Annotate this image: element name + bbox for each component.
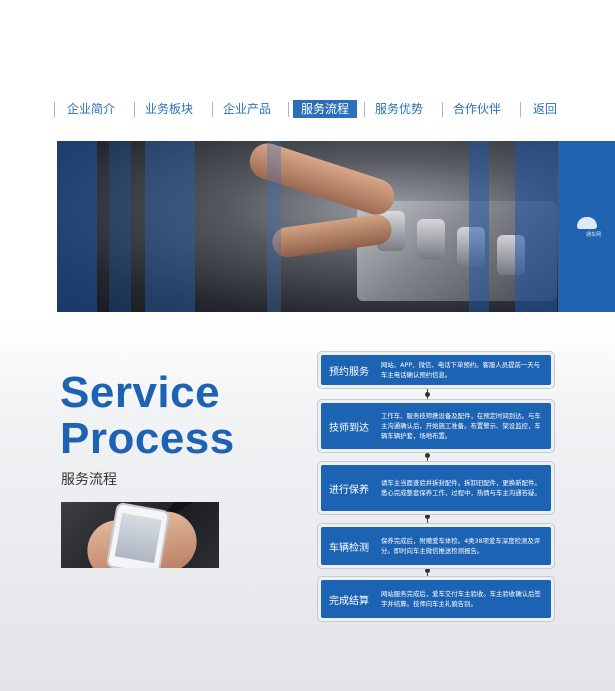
hero-side-panel: 通车网 xyxy=(558,141,615,312)
page-title: Service Process xyxy=(60,370,290,462)
nav-separator xyxy=(212,102,213,117)
phone-screen xyxy=(114,512,162,564)
process-step-settlement: 完成结算 网站服务完成后，爱车交付车主验收。车主验收确认后签字并结算。技师向车主… xyxy=(317,576,555,622)
process-step-box: 进行保养 请车主当面查验并拆封配件，拆卸旧配件，更换新配件。悉心完成整套保养工作… xyxy=(321,465,551,511)
process-step-text: 保养完成后，附赠爱车体检。4类38项爱车深度检测及评分。即时向车主微信推送检测报… xyxy=(381,537,541,555)
nav-item-business-sectors[interactable]: 业务板块 xyxy=(144,100,194,118)
page-title-line1: Service xyxy=(60,368,221,417)
smartphone xyxy=(105,502,171,568)
process-step-label: 车辆检测 xyxy=(329,542,369,554)
process-step-label: 完成结算 xyxy=(329,595,369,607)
top-navigation: 企业简介 业务板块 企业产品 服务流程 服务优势 合作伙伴 返回 xyxy=(54,100,574,120)
nav-item-partners[interactable]: 合作伙伴 xyxy=(452,100,502,118)
process-step-box: 车辆检测 保养完成后，附赠爱车体检。4类38项爱车深度检测及评分。即时向车主微信… xyxy=(321,527,551,565)
process-step-maintenance: 进行保养 请车主当面查验并拆封配件，拆卸旧配件，更换新配件。悉心完成整套保养工作… xyxy=(317,461,555,515)
engine-part xyxy=(417,219,445,259)
process-step-text: 请车主当面查验并拆封配件，拆卸旧配件，更换新配件。悉心完成整套保养工作，过程中，… xyxy=(381,479,541,497)
blue-overlay-band xyxy=(267,141,281,312)
brand-logo-icon xyxy=(577,217,597,229)
process-step-box: 预约服务 网站、APP、微信、电话下单预约。客服人员提前一天与车主电话确认预约信… xyxy=(321,355,551,385)
blue-overlay-band xyxy=(515,141,557,312)
process-step-technician-arrival: 技师到达 工作车、服务技师携设备及配件，在预定时间到达。与车主沟通确认后，开始施… xyxy=(317,399,555,453)
nav-separator xyxy=(134,102,135,117)
process-step-label: 预约服务 xyxy=(329,366,369,378)
brand-logo-text: 通车网 xyxy=(585,232,601,238)
process-step-box: 完成结算 网站服务完成后，爱车交付车主验收。车主验收确认后签字并结算。技师向车主… xyxy=(321,580,551,618)
page-subtitle: 服务流程 xyxy=(61,472,117,488)
process-step-box: 技师到达 工作车、服务技师携设备及配件，在预定时间到达。与车主沟通确认后，开始施… xyxy=(321,403,551,449)
blue-overlay-band xyxy=(109,141,131,312)
nav-item-service-advantages[interactable]: 服务优势 xyxy=(374,100,424,118)
nav-separator xyxy=(520,102,521,117)
process-dot xyxy=(425,392,430,397)
process-step-label: 进行保养 xyxy=(329,484,369,496)
nav-item-back[interactable]: 返回 xyxy=(530,100,560,118)
phone-booking-photo xyxy=(61,502,219,568)
process-step-appointment: 预约服务 网站、APP、微信、电话下单预约。客服人员提前一天与车主电话确认预约信… xyxy=(317,351,555,389)
hero-banner: 通车网 xyxy=(57,141,615,312)
nav-separator xyxy=(442,102,443,117)
blue-overlay-band xyxy=(469,141,489,312)
nav-separator xyxy=(288,102,289,117)
process-dot xyxy=(425,453,430,458)
blue-overlay-band xyxy=(57,141,97,312)
nav-separator xyxy=(54,102,55,117)
process-step-text: 网站、APP、微信、电话下单预约。客服人员提前一天与车主电话确认预约信息。 xyxy=(381,361,541,379)
process-step-text: 网站服务完成后，爱车交付车主验收。车主验收确认后签字并结算。技师向车主礼貌告别。 xyxy=(381,590,541,608)
process-step-text: 工作车、服务技师携设备及配件，在预定时间到达。与车主沟通确认后，开始施工准备。布… xyxy=(381,412,541,440)
nav-separator xyxy=(364,102,365,117)
nav-item-company-intro[interactable]: 企业简介 xyxy=(66,100,116,118)
process-step-label: 技师到达 xyxy=(329,422,369,434)
nav-item-products[interactable]: 企业产品 xyxy=(222,100,272,118)
blue-overlay-band xyxy=(145,141,195,312)
page-title-line2: Process xyxy=(60,414,235,463)
process-step-inspection: 车辆检测 保养完成后，附赠爱车体检。4类38项爱车深度检测及评分。即时向车主微信… xyxy=(317,523,555,569)
nav-item-service-process[interactable]: 服务流程 xyxy=(293,100,357,118)
